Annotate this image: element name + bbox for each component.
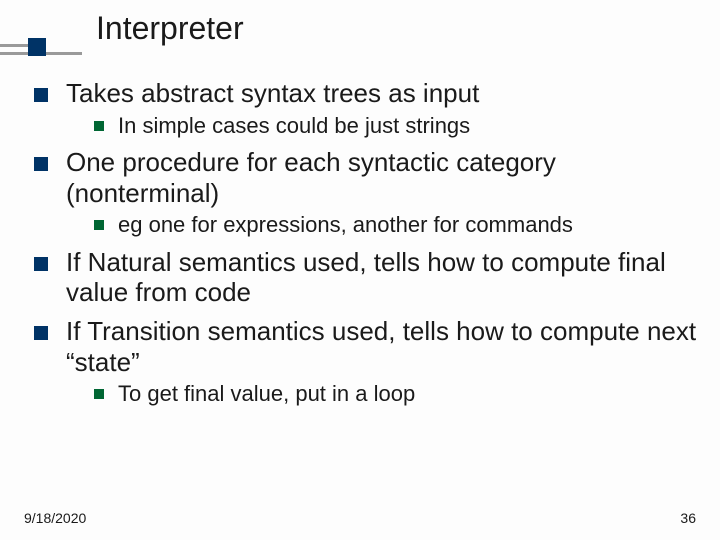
bullet-level1: If Natural semantics used, tells how to … — [34, 247, 700, 308]
bullet-text: eg one for expressions, another for comm… — [118, 212, 573, 238]
square-bullet-icon — [34, 257, 48, 271]
bullet-text: One procedure for each syntactic categor… — [66, 147, 700, 208]
square-bullet-icon — [34, 326, 48, 340]
square-bullet-icon — [34, 157, 48, 171]
square-bullet-icon — [94, 121, 104, 131]
bullet-text: If Natural semantics used, tells how to … — [66, 247, 700, 308]
footer-date: 9/18/2020 — [24, 510, 86, 526]
slide-title-area: Interpreter — [0, 10, 720, 47]
bullet-level1: One procedure for each syntactic categor… — [34, 147, 700, 208]
square-bullet-icon — [34, 88, 48, 102]
bullet-text: Takes abstract syntax trees as input — [66, 78, 479, 109]
bullet-level1: Takes abstract syntax trees as input — [34, 78, 700, 109]
title-bullet-square — [28, 38, 46, 56]
slide-footer: 9/18/2020 36 — [24, 510, 696, 526]
square-bullet-icon — [94, 389, 104, 399]
bullet-level1: If Transition semantics used, tells how … — [34, 316, 700, 377]
footer-page-number: 36 — [680, 510, 696, 526]
bullet-text: If Transition semantics used, tells how … — [66, 316, 700, 377]
slide-body: Takes abstract syntax trees as input In … — [34, 70, 700, 408]
slide-title: Interpreter — [0, 10, 720, 47]
bullet-level2: eg one for expressions, another for comm… — [94, 212, 700, 238]
bullet-text: In simple cases could be just strings — [118, 113, 470, 139]
bullet-text: To get final value, put in a loop — [118, 381, 415, 407]
square-bullet-icon — [94, 220, 104, 230]
bullet-level2: In simple cases could be just strings — [94, 113, 700, 139]
bullet-level2: To get final value, put in a loop — [94, 381, 700, 407]
